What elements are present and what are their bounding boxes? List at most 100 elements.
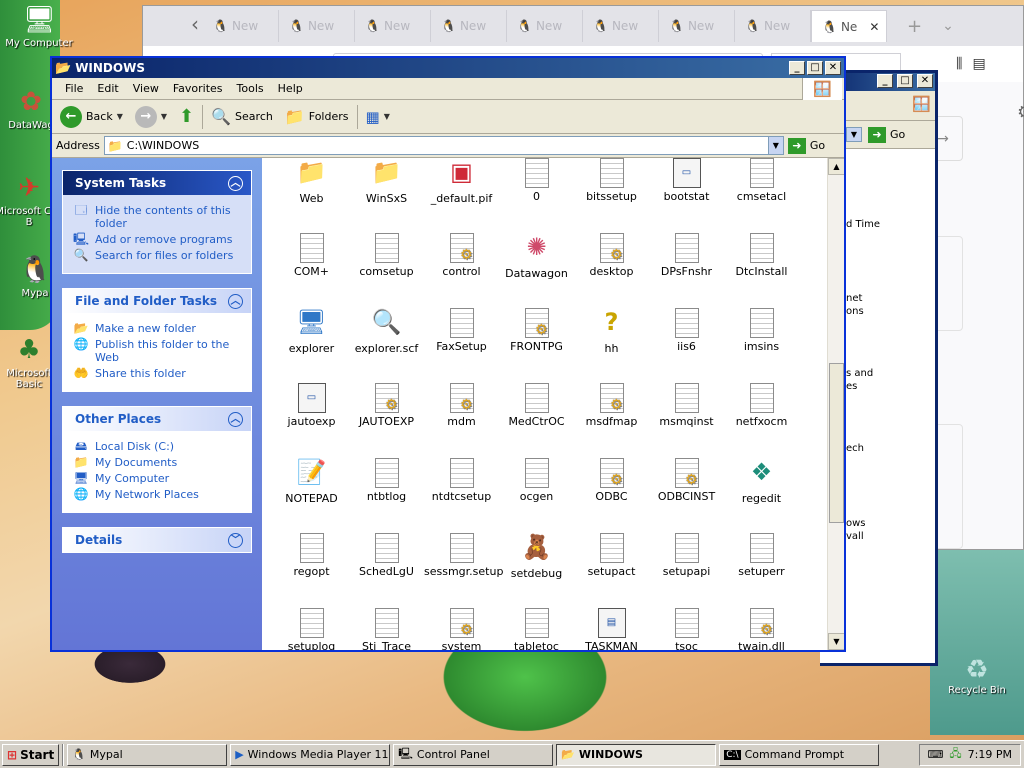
file-item[interactable]: setuplog <box>274 600 349 650</box>
file-item[interactable]: twain.dll <box>724 600 799 650</box>
minimize-icon[interactable]: _ <box>877 74 893 88</box>
file-item[interactable]: DPsFnshr <box>649 225 724 300</box>
maximize-icon[interactable]: □ <box>897 74 913 88</box>
file-item[interactable]: 🖥 explorer <box>274 300 349 375</box>
menu-favorites[interactable]: Favorites <box>166 82 230 95</box>
task-mypal[interactable]: 🐧 Mypal <box>67 743 228 766</box>
close-button[interactable]: ✕ <box>825 61 841 75</box>
file-item[interactable]: tsoc <box>649 600 724 650</box>
collapse-icon[interactable]: ︿ <box>228 411 243 427</box>
go-button[interactable]: ➜ Go <box>787 137 825 154</box>
file-list-view[interactable]: 📁 Web 📁 WinSxS ▣ _default.pif 0 bitssetup ▭ boots… <box>262 158 844 650</box>
menu-help[interactable]: Help <box>271 82 310 95</box>
file-item[interactable]: ✺ Datawagon <box>499 225 574 300</box>
file-item[interactable]: sessmgr.setup <box>424 525 503 600</box>
task-add-remove-programs[interactable]: 🖳 Add or remove programs <box>73 233 243 247</box>
forward-button[interactable]: → ▼ <box>131 103 171 131</box>
file-item[interactable]: imsins <box>724 300 799 375</box>
clock[interactable]: 7:19 PM <box>968 748 1012 761</box>
file-item[interactable]: msmqinst <box>649 375 724 450</box>
file-item[interactable]: ntdtcsetup <box>424 450 499 525</box>
menu-edit[interactable]: Edit <box>90 82 125 95</box>
file-item[interactable]: DtcInstall <box>724 225 799 300</box>
file-item[interactable]: control <box>424 225 499 300</box>
close-icon[interactable]: ✕ <box>917 74 933 88</box>
chevron-down-icon[interactable]: ▼ <box>117 112 123 121</box>
file-item[interactable]: 0 <box>499 158 574 225</box>
browser-tab[interactable]: 🐧 New <box>279 10 355 42</box>
window-titlebar[interactable]: 📂 WINDOWS _ □ ✕ <box>52 58 844 78</box>
browser-tab[interactable]: 🐧 New <box>507 10 583 42</box>
file-item[interactable]: COM+ <box>274 225 349 300</box>
maximize-button[interactable]: □ <box>807 61 823 75</box>
gear-icon[interactable]: ⚙ <box>1017 102 1024 123</box>
tab-scroll-left-icon[interactable]: ‹ <box>191 12 199 36</box>
file-item[interactable]: SchedLgU <box>349 525 424 600</box>
search-button[interactable]: 🔍 Search <box>207 103 277 131</box>
menu-view[interactable]: View <box>126 82 166 95</box>
chevron-down-icon[interactable]: ▼ <box>161 112 167 121</box>
file-item[interactable]: tabletoc <box>499 600 574 650</box>
file-item[interactable]: ocgen <box>499 450 574 525</box>
views-button[interactable]: ▦ ▼ <box>362 103 394 131</box>
minimize-button[interactable]: _ <box>789 61 805 75</box>
file-item[interactable]: ▣ _default.pif <box>424 158 499 225</box>
file-item[interactable]: Sti_Trace <box>349 600 424 650</box>
file-item[interactable]: ODBC <box>574 450 649 525</box>
task-control-panel[interactable]: 🖳 Control Panel <box>393 743 554 766</box>
safely-remove-icon[interactable]: 🖧 <box>949 745 961 764</box>
task-new-folder[interactable]: 📂 Make a new folder <box>73 322 243 336</box>
collapse-icon[interactable]: ︿ <box>228 175 243 191</box>
go-arrow-icon[interactable]: ➜ <box>868 127 886 143</box>
dropdown-arrow-icon[interactable]: ▼ <box>846 127 862 142</box>
dropdown-arrow-icon[interactable]: ▼ <box>767 137 783 154</box>
tab-list-icon[interactable]: ⌄ <box>942 18 954 34</box>
file-item[interactable]: 📁 WinSxS <box>349 158 424 225</box>
vertical-scrollbar[interactable]: ▲ ▼ <box>827 158 844 650</box>
task-search-files[interactable]: 🔍 Search for files or folders <box>73 249 243 263</box>
browser-tab[interactable]: 🐧 New <box>203 10 279 42</box>
browser-tab[interactable]: 🐧 New <box>431 10 507 42</box>
file-item[interactable]: iis6 <box>649 300 724 375</box>
address-input[interactable]: 📁 C:\WINDOWS ▼ <box>103 136 784 155</box>
close-tab-icon[interactable]: ✕ <box>869 20 879 34</box>
file-item[interactable]: setupact <box>574 525 649 600</box>
menu-tools[interactable]: Tools <box>230 82 271 95</box>
task-windows-folder[interactable]: 📂 WINDOWS <box>556 743 717 766</box>
task-command-prompt[interactable]: C:\ Command Prompt <box>719 743 880 766</box>
file-item[interactable]: ▭ bootstat <box>649 158 724 225</box>
file-item[interactable]: 📁 Web <box>274 158 349 225</box>
file-item[interactable]: setupapi <box>649 525 724 600</box>
library-icon[interactable]: ⫼ <box>956 56 962 72</box>
system-tasks-header[interactable]: System Tasks ︿ <box>63 171 251 195</box>
file-item[interactable]: mdm <box>424 375 499 450</box>
go-label[interactable]: Go <box>890 128 905 141</box>
scroll-up-icon[interactable]: ▲ <box>828 158 844 175</box>
other-places-header[interactable]: Other Places ︿ <box>63 407 251 431</box>
desktop-icon-recycle-bin[interactable]: ♻ Recycle Bin <box>940 655 1014 696</box>
file-item[interactable]: FRONTPG <box>499 300 574 375</box>
file-item[interactable]: comsetup <box>349 225 424 300</box>
browser-tab[interactable]: 🐧 New <box>735 10 811 42</box>
place-my-documents[interactable]: 📁 My Documents <box>73 456 243 470</box>
place-my-computer[interactable]: 🖥 My Computer <box>73 472 243 486</box>
browser-tab[interactable]: 🐧 New <box>659 10 735 42</box>
desktop-icon-my-computer[interactable]: 🖥 My Computer <box>2 4 76 49</box>
task-hide-contents[interactable]: 🗔 Hide the contents of this folder <box>73 204 243 231</box>
file-item[interactable]: JAUTOEXP <box>349 375 424 450</box>
expand-icon[interactable]: ﹀ <box>228 532 243 548</box>
scrollbar-thumb[interactable] <box>829 363 844 523</box>
collapse-icon[interactable]: ︿ <box>228 293 243 309</box>
file-item[interactable]: system <box>424 600 499 650</box>
file-item[interactable]: netfxocm <box>724 375 799 450</box>
file-item[interactable]: ❖ regedit <box>724 450 799 525</box>
browser-tab-active[interactable]: 🐧 Ne ✕ <box>811 10 887 42</box>
file-item[interactable]: FaxSetup <box>424 300 499 375</box>
menu-file[interactable]: File <box>58 82 90 95</box>
start-button[interactable]: ⊞ Start <box>2 743 60 766</box>
task-publish-web[interactable]: 🌐 Publish this folder to the Web <box>73 338 243 365</box>
file-item[interactable]: cmsetacl <box>724 158 799 225</box>
file-item[interactable]: bitssetup <box>574 158 649 225</box>
task-windows-media-player[interactable]: ▶ Windows Media Player 11 <box>230 743 391 766</box>
file-item[interactable]: ntbtlog <box>349 450 424 525</box>
